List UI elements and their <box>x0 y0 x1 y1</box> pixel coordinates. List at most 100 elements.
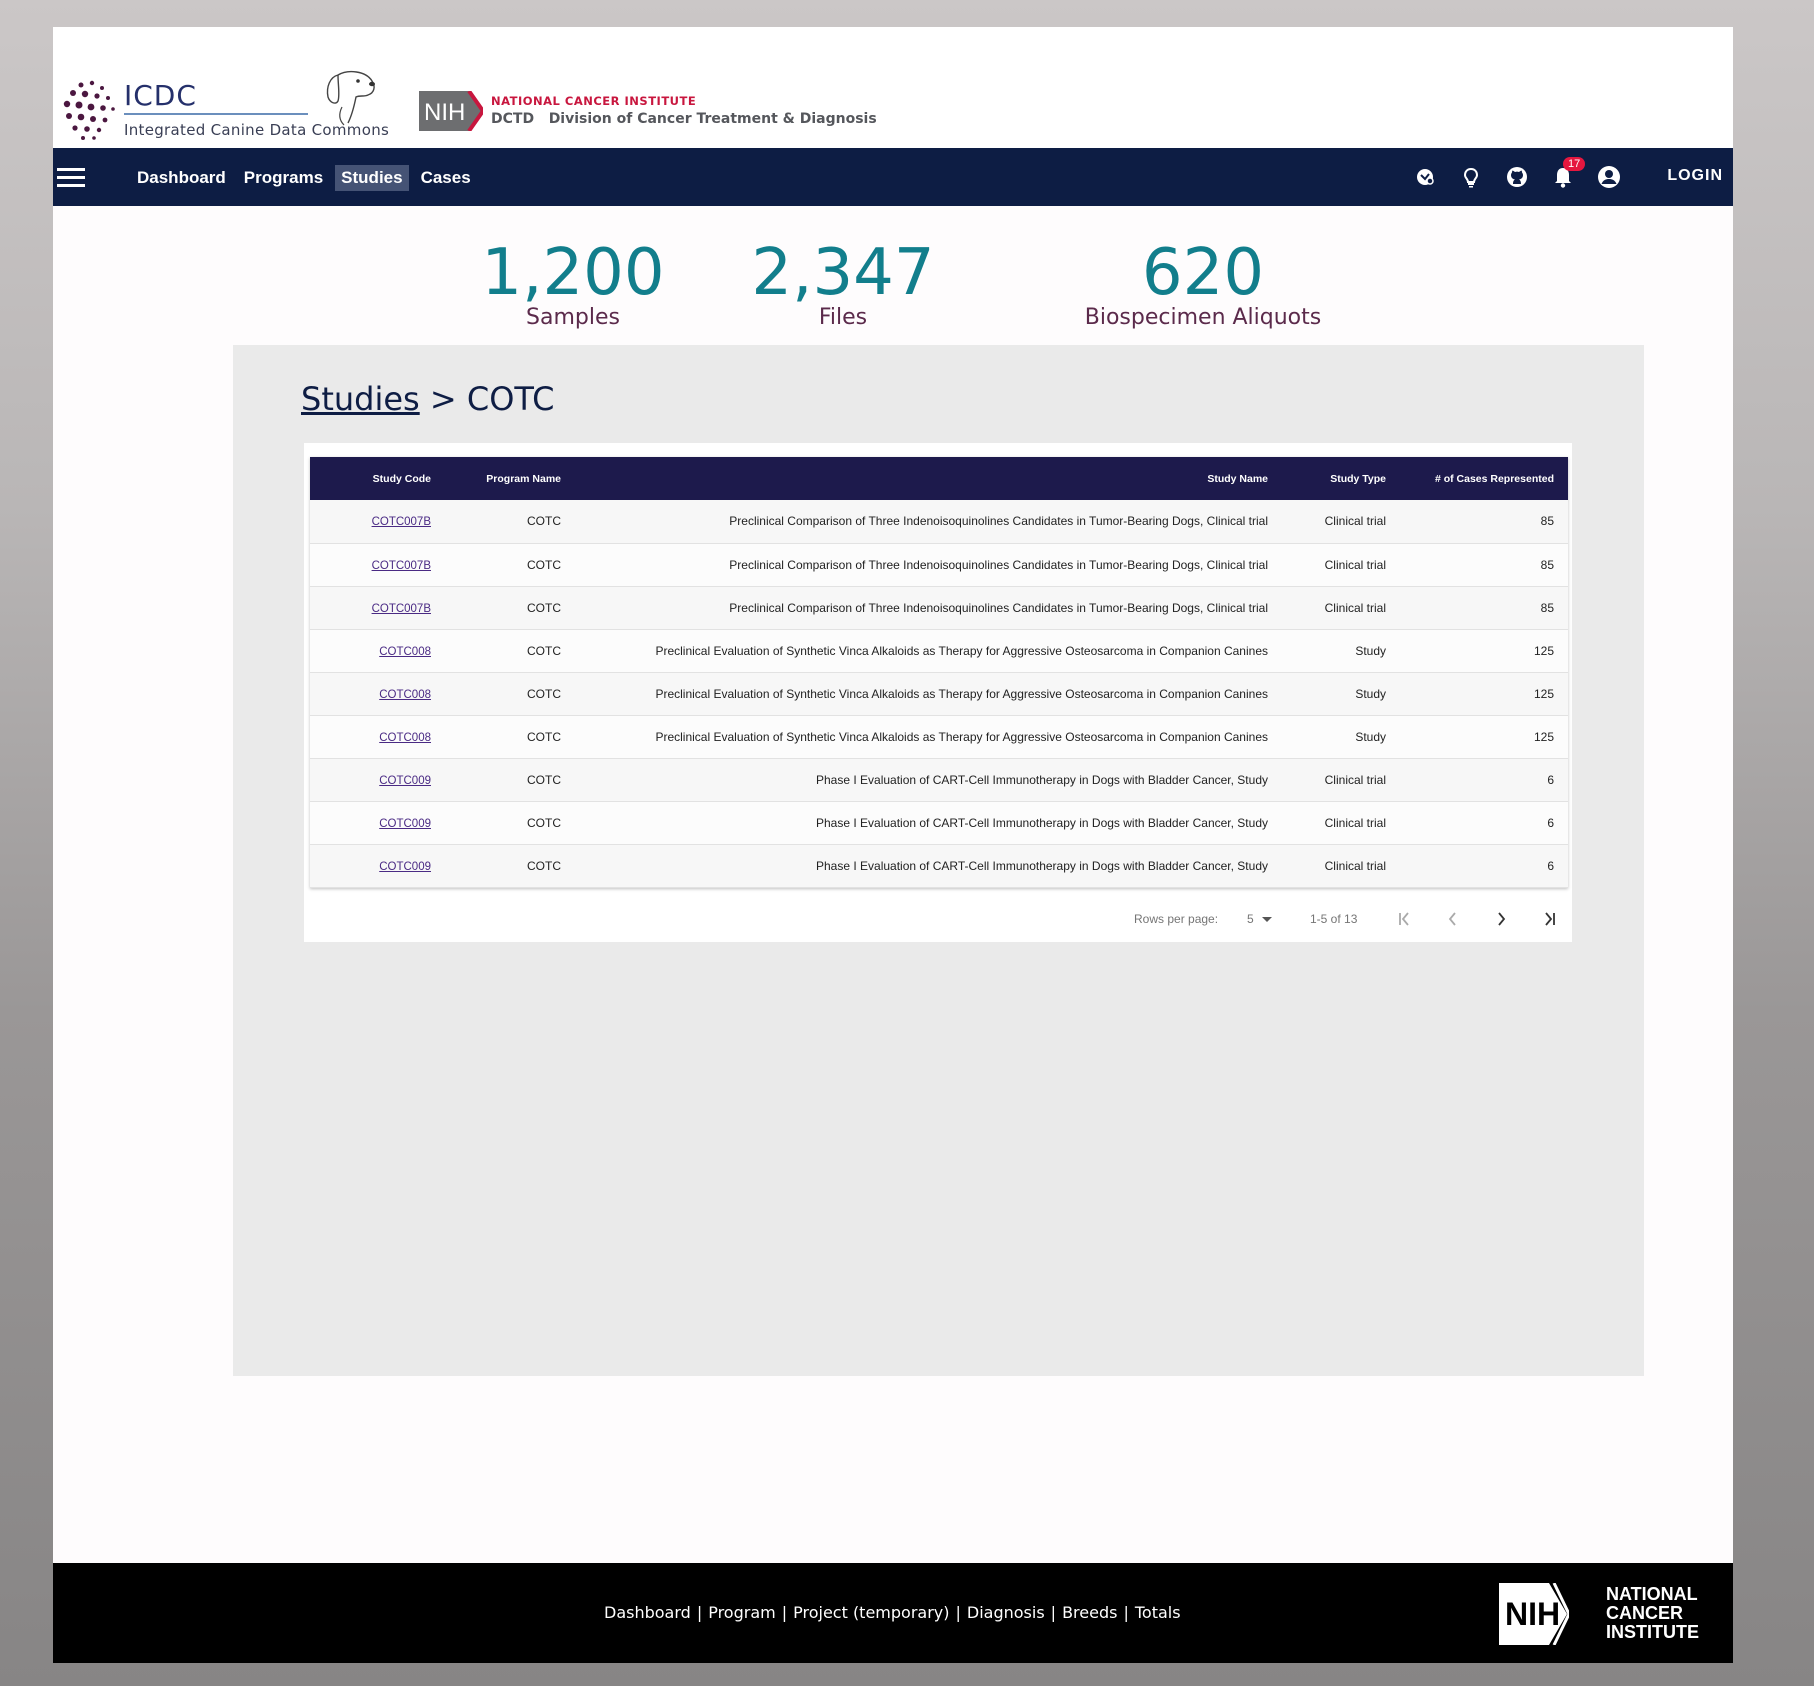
nav-item-cases[interactable]: Cases <box>415 165 477 191</box>
study-type-cell: Study <box>1282 715 1400 759</box>
cases-count-cell: 85 <box>1400 500 1568 544</box>
table-row: COTC008 COTC Preclinical Evaluation of S… <box>310 672 1568 716</box>
nih-badge-text: NIH <box>424 99 465 126</box>
study-type-cell: Study <box>1282 629 1400 673</box>
stat-value: 1,200 <box>481 236 665 310</box>
table-row: COTC007B COTC Preclinical Comparison of … <box>310 500 1568 544</box>
study-name-cell: Preclinical Comparison of Three Indenois… <box>575 500 1282 544</box>
nav-icon-group: 17 <box>1411 157 1623 191</box>
brain-icon[interactable] <box>1411 163 1439 191</box>
program-name-cell: COTC <box>445 844 575 888</box>
study-code-link[interactable]: COTC008 <box>379 689 431 701</box>
footer-link-breeds[interactable]: Breeds <box>1062 1603 1117 1622</box>
nav-item-studies[interactable]: Studies <box>335 165 409 191</box>
hamburger-menu-icon[interactable] <box>57 168 85 188</box>
breadcrumb-current: COTC <box>466 380 555 418</box>
study-name-cell: Preclinical Evaluation of Synthetic Vinc… <box>575 672 1282 716</box>
rows-per-page-select[interactable]: 5 <box>1247 912 1254 926</box>
study-code-link[interactable]: COTC009 <box>379 861 431 873</box>
first-page-icon[interactable] <box>1394 908 1416 930</box>
study-type-cell: Clinical trial <box>1282 758 1400 802</box>
studies-content-panel: Studies > COTC Study Code Program Name S… <box>233 345 1644 1376</box>
pagination-range: 1-5 of 13 <box>1310 912 1358 926</box>
study-type-cell: Clinical trial <box>1282 543 1400 587</box>
rows-per-page-caret-icon[interactable] <box>1262 917 1272 922</box>
column-header-study-name[interactable]: Study Name <box>575 457 1282 500</box>
table-row: COTC009 COTC Phase I Evaluation of CART-… <box>310 758 1568 802</box>
study-name-cell: Phase I Evaluation of CART-Cell Immunoth… <box>575 844 1282 888</box>
study-code-link[interactable]: COTC009 <box>379 818 431 830</box>
study-type-cell: Clinical trial <box>1282 801 1400 845</box>
cases-count-cell: 6 <box>1400 844 1568 888</box>
cases-count-cell: 125 <box>1400 715 1568 759</box>
footer-links: Dashboard | Program | Project (temporary) | Di… <box>604 1603 1181 1622</box>
study-code-link[interactable]: COTC007B <box>372 516 431 528</box>
stat-value: 2,347 <box>751 236 935 310</box>
study-type-cell: Clinical trial <box>1282 500 1400 544</box>
notifications-button[interactable]: 17 <box>1549 157 1586 191</box>
dog-sketch-icon <box>326 70 375 126</box>
study-code-link[interactable]: COTC007B <box>372 603 431 615</box>
study-type-cell: Study <box>1282 672 1400 716</box>
study-name-cell: Preclinical Comparison of Three Indenois… <box>575 586 1282 630</box>
next-page-icon[interactable] <box>1490 908 1512 930</box>
stat-biospecimen-aliquots: 620 Biospecimen Aliquots <box>1053 241 1353 331</box>
footer-link-diagnosis[interactable]: Diagnosis <box>967 1603 1045 1622</box>
dctd-text: DCTD Division of Cancer Treatment & Diag… <box>491 111 877 127</box>
table-pagination: Rows per page: 5 1-5 of 13 <box>304 904 1572 934</box>
logo-title[interactable]: ICDC <box>124 79 197 112</box>
column-header-program-name[interactable]: Program Name <box>445 457 575 500</box>
column-header-cases-represented[interactable]: # of Cases Represented <box>1400 457 1568 500</box>
footer-nih-text: NIH <box>1505 1596 1560 1632</box>
column-header-study-type[interactable]: Study Type <box>1282 457 1400 500</box>
study-code-link[interactable]: COTC009 <box>379 775 431 787</box>
footer-nih-logo-icon[interactable]: NIH <box>1499 1583 1569 1645</box>
last-page-icon[interactable] <box>1538 908 1560 930</box>
login-button[interactable]: LOGIN <box>1667 167 1723 185</box>
study-name-cell: Phase I Evaluation of CART-Cell Immunoth… <box>575 801 1282 845</box>
logo-divider <box>124 113 308 115</box>
footer-link-project[interactable]: Project (temporary) <box>793 1603 949 1622</box>
nav-item-dashboard[interactable]: Dashboard <box>131 165 232 191</box>
notification-count-badge: 17 <box>1563 157 1586 171</box>
account-icon[interactable] <box>1595 163 1623 191</box>
lightbulb-icon[interactable] <box>1457 163 1485 191</box>
stat-samples: 1,200 Samples <box>448 241 698 331</box>
cases-count-cell: 125 <box>1400 629 1568 673</box>
nav-item-programs[interactable]: Programs <box>238 165 329 191</box>
cases-count-cell: 85 <box>1400 543 1568 587</box>
breadcrumb-separator: > <box>429 380 457 418</box>
study-code-link[interactable]: COTC008 <box>379 732 431 744</box>
cases-count-cell: 85 <box>1400 586 1568 630</box>
stat-label: Biospecimen Aliquots <box>1084 305 1322 330</box>
main-navbar: Dashboard Programs Studies Cases 17 LOGI… <box>53 148 1733 206</box>
study-name-cell: Preclinical Evaluation of Synthetic Vinc… <box>575 715 1282 759</box>
table-row: COTC008 COTC Preclinical Evaluation of S… <box>310 629 1568 673</box>
page: ICDC Integrated Canine Data Commons NIH … <box>53 27 1733 1663</box>
studies-table-card: Study Code Program Name Study Name Study… <box>304 443 1572 942</box>
table-row: COTC007B COTC Preclinical Comparison of … <box>310 586 1568 630</box>
study-code-link[interactable]: COTC007B <box>372 560 431 572</box>
studies-table: Study Code Program Name Study Name Study… <box>310 457 1568 888</box>
study-code-link[interactable]: COTC008 <box>379 646 431 658</box>
site-footer: Dashboard | Program | Project (temporary) | Di… <box>53 1563 1733 1663</box>
footer-link-program[interactable]: Program <box>708 1603 776 1622</box>
program-name-cell: COTC <box>445 586 575 630</box>
github-icon[interactable] <box>1503 163 1531 191</box>
nih-badge-icon[interactable]: NIH <box>419 91 483 131</box>
study-type-cell: Clinical trial <box>1282 586 1400 630</box>
previous-page-icon[interactable] <box>1442 908 1464 930</box>
study-name-cell: Preclinical Comparison of Three Indenois… <box>575 543 1282 587</box>
nav-menu: Dashboard Programs Studies Cases <box>131 165 477 191</box>
site-header: ICDC Integrated Canine Data Commons NIH … <box>53 27 1733 148</box>
footer-link-dashboard[interactable]: Dashboard <box>604 1603 691 1622</box>
study-name-cell: Preclinical Evaluation of Synthetic Vinc… <box>575 629 1282 673</box>
cases-count-cell: 125 <box>1400 672 1568 716</box>
column-header-study-code[interactable]: Study Code <box>310 457 445 500</box>
footer-nci-line: CANCER <box>1606 1603 1684 1623</box>
icdc-dots-logo-icon[interactable] <box>61 79 117 141</box>
breadcrumb-studies-link[interactable]: Studies <box>301 380 420 418</box>
stat-value: 620 <box>1141 236 1265 310</box>
footer-link-totals[interactable]: Totals <box>1135 1603 1181 1622</box>
nci-title: NATIONAL CANCER INSTITUTE <box>491 94 697 108</box>
